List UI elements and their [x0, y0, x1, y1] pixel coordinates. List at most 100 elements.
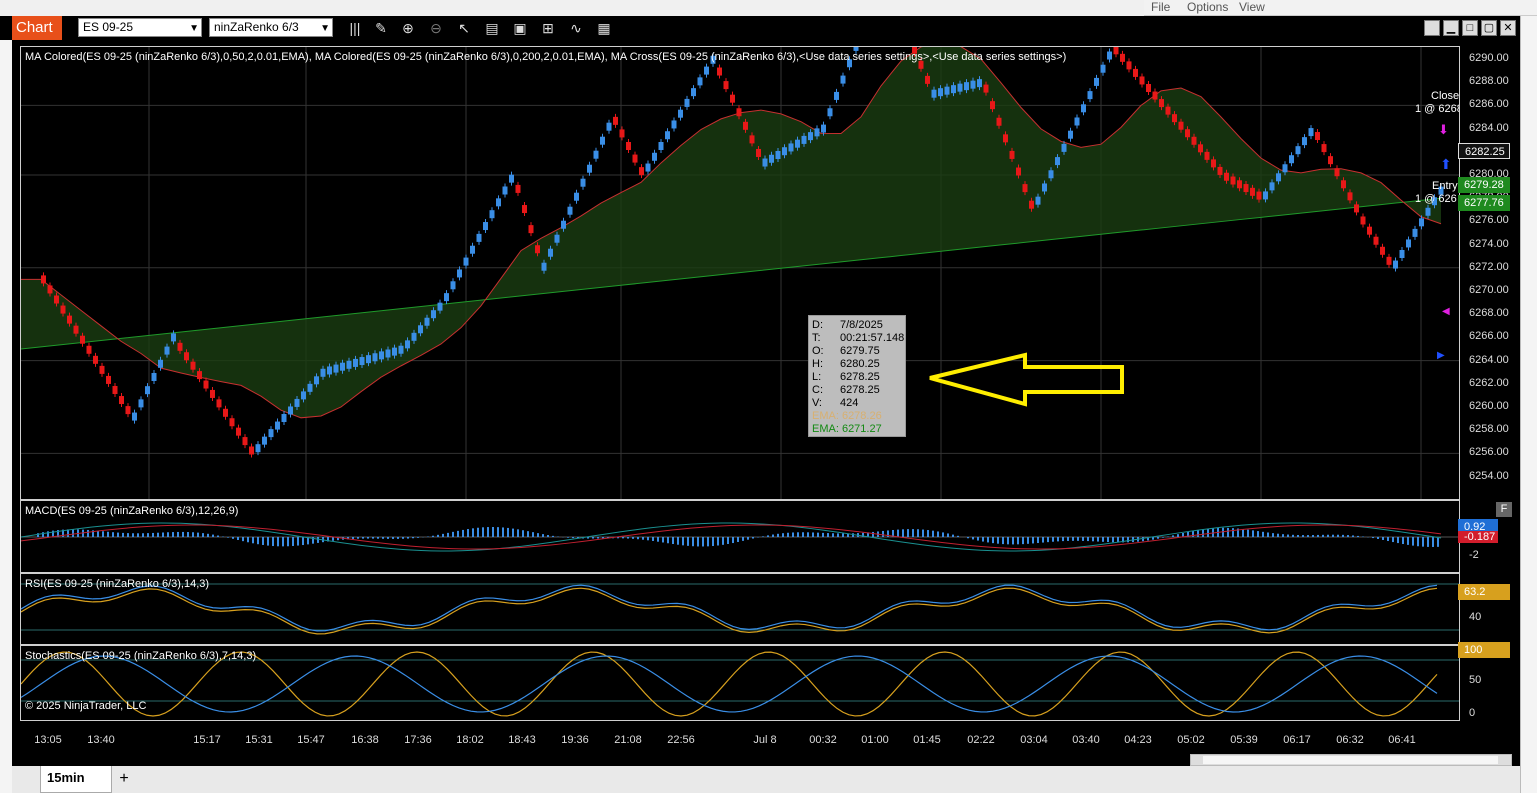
ema-fast-value: EMA: 6278.26 [812, 410, 882, 422]
macd-histogram-bar [802, 532, 804, 537]
tab-bar: 15min + [12, 766, 1520, 793]
macd-histogram-bar [527, 531, 529, 537]
macd-histogram-bar [702, 537, 704, 547]
indicators-icon[interactable]: ∿ [566, 19, 586, 37]
macd-histogram-bar [547, 535, 549, 537]
data-series-icon[interactable]: ▤ [482, 19, 502, 37]
macd-histogram-bar [647, 537, 649, 541]
chart-tab[interactable]: Chart [12, 16, 62, 40]
macd-histogram-bar [487, 527, 489, 537]
macd-histogram-bar [482, 527, 484, 537]
minimize-icon[interactable]: ▁ [1443, 20, 1459, 36]
stoch-value-badge: 100 [1458, 642, 1510, 658]
properties-icon[interactable]: ▦ [594, 19, 614, 37]
macd-histogram-bar [822, 532, 824, 537]
macd-histogram-bar [752, 537, 754, 539]
ema-slow-value: EMA: 6271.27 [812, 423, 882, 435]
drawing-tool-icon[interactable]: ✎ [371, 19, 391, 37]
macd-histogram-bar [102, 531, 104, 537]
macd-histogram-bar [927, 530, 929, 537]
strategies-icon[interactable]: ▣ [510, 19, 530, 37]
macd-histogram-bar [97, 530, 99, 537]
price-axis-label: 6290.00 [1469, 52, 1509, 64]
chart-trader-icon[interactable]: ⊞ [538, 19, 558, 37]
date-value: 7/8/2025 [840, 319, 883, 331]
chevron-down-icon: ▼ [320, 23, 330, 34]
macd-histogram-bar [177, 531, 179, 537]
macd-histogram-bar [1022, 537, 1024, 545]
close-label: C: [812, 384, 823, 396]
macd-histogram-bar [1337, 534, 1339, 537]
macd-histogram-bar [522, 530, 524, 537]
price-axis[interactable]: 6290.006288.006286.006284.006282.006280.… [1461, 46, 1511, 500]
bar-type-select[interactable]: ninZaRenko 6/3 ▼ [209, 18, 333, 37]
bar-style-icon[interactable]: ||| [345, 19, 365, 37]
macd-histogram-bar [537, 533, 539, 537]
macd-histogram-bar [717, 537, 719, 546]
macd-histogram-bar [552, 535, 554, 537]
macd-histogram-bar [502, 527, 504, 537]
ema-fast-badge: 6279.28 [1458, 177, 1510, 193]
macd-histogram-bar [622, 537, 624, 539]
macd-histogram-bar [1402, 537, 1404, 545]
price-axis-label: 6256.00 [1469, 446, 1509, 459]
maximize-icon[interactable]: □ [1462, 20, 1478, 36]
close-icon[interactable]: ✕ [1500, 20, 1516, 36]
price-axis-label: 6286.00 [1469, 98, 1509, 111]
macd-histogram-bar [1202, 529, 1204, 537]
macd-histogram-bar [227, 537, 229, 538]
price-panel[interactable]: MA Colored(ES 09-25 (ninZaRenko 6/3),0,5… [20, 46, 1460, 500]
macd-histogram-bar [1107, 537, 1109, 543]
time-axis-label: 13:40 [87, 734, 115, 746]
macd-histogram-bar [187, 532, 189, 537]
zoom-in-icon[interactable]: ⊕ [398, 19, 418, 37]
macd-histogram-bar [627, 537, 629, 539]
macd-histogram-bar [762, 536, 764, 537]
macd-panel[interactable]: MACD(ES 09-25 (ninZaRenko 6/3),12,26,9) [20, 500, 1460, 573]
price-axis-label: 6266.00 [1469, 330, 1509, 343]
time-axis-label: 21:08 [614, 734, 642, 746]
macd-histogram-bar [437, 534, 439, 537]
time-axis-label: 01:45 [913, 734, 941, 746]
macd-histogram-bar [1172, 535, 1174, 537]
macd-histogram-bar [767, 535, 769, 537]
menu-strip: File Options View [1144, 0, 1537, 16]
f-button[interactable]: F [1496, 502, 1512, 517]
macd-histogram-bar [397, 537, 399, 539]
menu-file[interactable]: File [1151, 0, 1170, 14]
price-axis-label: 6270.00 [1469, 284, 1509, 296]
pointer-icon[interactable]: ↖ [454, 19, 474, 37]
macd-histogram-bar [1272, 533, 1274, 537]
tab-15min[interactable]: 15min [40, 766, 112, 793]
stochastics-panel[interactable]: Stochastics(ES 09-25 (ninZaRenko 6/3),7,… [20, 645, 1460, 721]
macd-histogram-bar [297, 537, 299, 546]
macd-histogram-bar [942, 532, 944, 537]
horizontal-scrollbar[interactable] [1190, 754, 1512, 766]
macd-histogram-bar [1002, 537, 1004, 545]
macd-histogram-bar [442, 533, 444, 537]
window-menu-button[interactable] [1424, 20, 1440, 36]
instrument-select[interactable]: ES 09-25 ▼ [78, 18, 202, 37]
menu-options[interactable]: Options [1187, 0, 1228, 14]
macd-histogram-bar [1112, 537, 1114, 543]
macd-histogram-bar [377, 537, 379, 539]
add-tab-button[interactable]: + [114, 770, 134, 790]
zoom-out-icon[interactable]: ⊖ [426, 19, 446, 37]
scrollbar-thumb[interactable] [1203, 756, 1498, 764]
macd-histogram-bar [382, 537, 384, 539]
rsi-panel[interactable]: RSI(ES 09-25 (ninZaRenko 6/3),14,3) [20, 573, 1460, 645]
macd-histogram-bar [517, 529, 519, 537]
macd-histogram-bar [1392, 537, 1394, 543]
macd-histogram-bar [1162, 537, 1164, 538]
menu-view[interactable]: View [1239, 0, 1265, 14]
macd-histogram-bar [687, 537, 689, 546]
macd-histogram-bar [1127, 537, 1129, 543]
macd-histogram-bar [202, 533, 204, 537]
restore-icon[interactable]: ▢ [1481, 20, 1497, 36]
time-value: 00:21:57.148 [840, 332, 905, 344]
macd-histogram-bar [1047, 537, 1049, 543]
stoch-axis-0: 0 [1469, 707, 1476, 719]
time-axis-label: 03:40 [1072, 734, 1100, 746]
stochastics-panel-title: Stochastics(ES 09-25 (ninZaRenko 6/3),7,… [25, 650, 257, 662]
macd-histogram-bar [787, 532, 789, 537]
